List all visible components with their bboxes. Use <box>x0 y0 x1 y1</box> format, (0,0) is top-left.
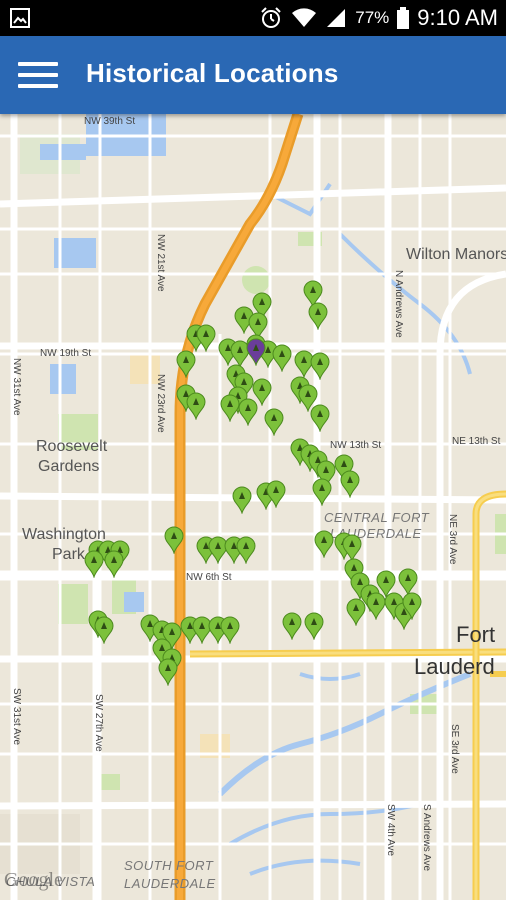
map-pin-71[interactable] <box>303 612 325 640</box>
label-s-andrews: S Andrews Ave <box>421 804 432 872</box>
image-icon <box>10 8 30 28</box>
label-sw31ave: SW 31st Ave <box>11 688 22 746</box>
label-fort: Fort <box>456 622 496 647</box>
label-sw27ave: SW 27th Ave <box>93 694 104 752</box>
signal-icon <box>327 9 346 27</box>
map-pin-26[interactable] <box>263 408 285 436</box>
map-pin-60[interactable] <box>401 592 423 620</box>
map-pin-48[interactable] <box>313 530 335 558</box>
label-central-fort: CENTRAL FORT <box>324 510 430 525</box>
map-pin-62[interactable] <box>93 616 115 644</box>
map-pin-42[interactable] <box>235 536 257 564</box>
map-pin-37[interactable] <box>265 480 287 508</box>
battery-percent: 77% <box>355 8 390 27</box>
label-nw13: NW 13th St <box>330 440 382 451</box>
map-view[interactable]: Wilton Manors Roosevelt Gardens Washingt… <box>0 114 506 900</box>
map-pin-47[interactable] <box>103 550 125 578</box>
map-pin-58[interactable] <box>345 598 367 626</box>
map-pin-69[interactable] <box>219 616 241 644</box>
map-pin-selected[interactable] <box>245 338 267 366</box>
label-park: Park <box>52 546 85 563</box>
status-bar: 77% 9:10 AM <box>0 0 506 36</box>
label-ne3ave: NE 3rd Ave <box>447 514 458 565</box>
map-pin-70[interactable] <box>281 612 303 640</box>
label-nw21ave: NW 21st Ave <box>155 234 166 292</box>
map-pin-59[interactable] <box>365 592 387 620</box>
map-pin-27[interactable] <box>309 404 331 432</box>
label-south-fort: SOUTH FORT <box>124 858 214 873</box>
map-base <box>0 114 506 900</box>
label-lauderdale-south: LAUDERDALE <box>124 876 216 891</box>
label-sw4ave: SW 4th Ave <box>385 804 396 857</box>
label-gardens: Gardens <box>38 458 100 475</box>
label-nw23ave: NW 23rd Ave <box>155 374 166 433</box>
app-bar: Historical Locations <box>0 36 506 114</box>
map-pin-15[interactable] <box>309 352 331 380</box>
map-pin-46[interactable] <box>83 550 105 578</box>
label-lauderd: Lauderd <box>414 654 495 679</box>
map-pin-74[interactable] <box>157 658 179 686</box>
label-wilton-manors: Wilton Manors <box>406 246 506 263</box>
map-pin-38[interactable] <box>163 526 185 554</box>
map-pin-35[interactable] <box>231 486 253 514</box>
map-pin-21[interactable] <box>185 392 207 420</box>
google-watermark: Google <box>4 869 63 891</box>
map-pin-7[interactable] <box>195 324 217 352</box>
label-nw39: NW 39th St <box>84 116 136 127</box>
label-roosevelt: Roosevelt <box>36 438 108 455</box>
map-pin-13[interactable] <box>271 344 293 372</box>
label-ne13: NE 13th St <box>452 436 501 447</box>
map-pin-34[interactable] <box>311 478 333 506</box>
label-nw6: NW 6th St <box>186 572 232 583</box>
map-pin-33[interactable] <box>339 470 361 498</box>
clock-time: 9:10 AM <box>417 5 498 30</box>
label-se3ave: SE 3rd Ave <box>449 724 460 774</box>
map-pin-8[interactable] <box>175 350 197 378</box>
map-pin-23[interactable] <box>237 398 259 426</box>
label-nw19: NW 19th St <box>40 348 92 359</box>
page-title: Historical Locations <box>86 58 339 88</box>
alarm-icon <box>261 7 281 28</box>
battery-icon <box>397 7 410 29</box>
label-nw31ave: NW 31st Ave <box>11 358 22 416</box>
map-pin-2[interactable] <box>307 302 329 330</box>
hamburger-menu-icon[interactable] <box>18 62 58 90</box>
wifi-icon <box>292 8 317 27</box>
label-n-andrews: N Andrews Ave <box>393 270 404 338</box>
